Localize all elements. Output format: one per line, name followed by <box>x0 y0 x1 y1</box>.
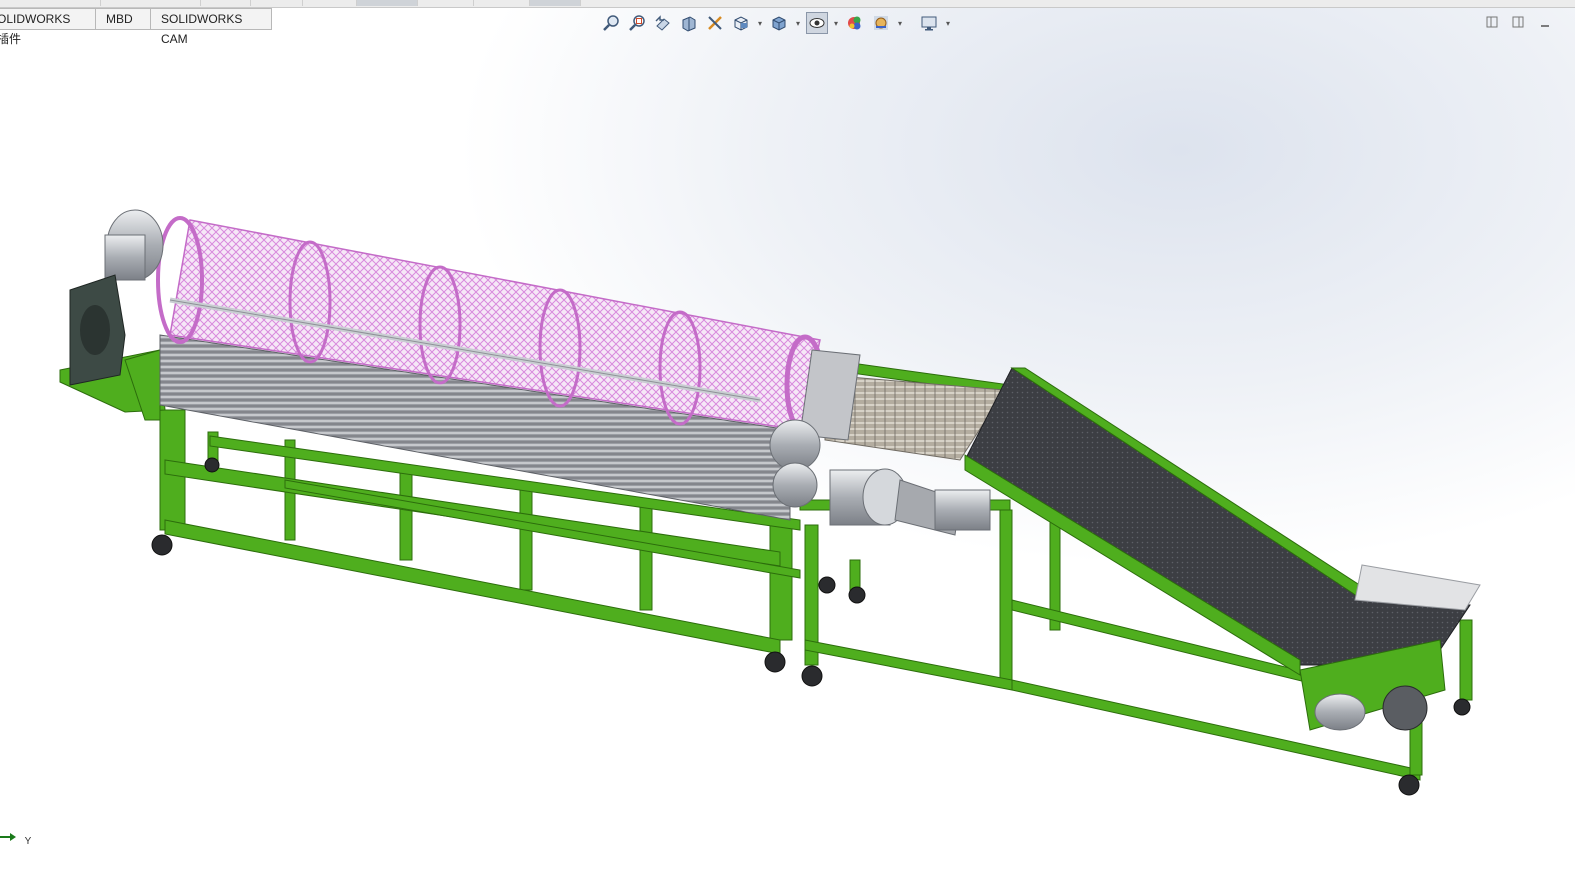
tile-right-icon[interactable] <box>1510 14 1526 30</box>
strip-segment <box>417 0 474 6</box>
chevron-down-icon[interactable]: ▾ <box>944 19 952 28</box>
tab-solidworks-addins[interactable]: OLIDWORKS 插件 <box>0 8 96 46</box>
triad-arrow-icon <box>0 833 16 841</box>
top-strip <box>0 0 1575 8</box>
strip-segment <box>302 0 357 6</box>
graphics-area[interactable] <box>0 30 1575 880</box>
chevron-down-icon[interactable]: ▾ <box>896 19 904 28</box>
strip-segment <box>200 0 251 6</box>
strip-segment <box>0 0 101 6</box>
tab-solidworks-cam[interactable]: SOLIDWORKS CAM <box>151 8 272 46</box>
chevron-down-icon[interactable]: ▾ <box>756 19 764 28</box>
command-manager-tabs: OLIDWORKS 插件 MBD SOLIDWORKS CAM <box>0 8 272 46</box>
reference-triad: Y <box>0 830 31 847</box>
incline-conveyor <box>964 367 1481 731</box>
strip-segment <box>100 0 201 6</box>
strip-segment-selected <box>357 0 418 6</box>
chevron-down-icon[interactable]: ▾ <box>832 19 840 28</box>
chevron-down-icon[interactable]: ▾ <box>794 19 802 28</box>
tile-left-icon[interactable] <box>1484 14 1500 30</box>
minimize-icon[interactable] <box>1537 14 1553 30</box>
strip-segment <box>473 0 530 6</box>
strip-segment <box>250 0 303 6</box>
strip-segment-selected <box>530 0 581 6</box>
tab-mbd[interactable]: MBD <box>96 8 151 30</box>
triad-axis-label: Y <box>24 836 32 847</box>
